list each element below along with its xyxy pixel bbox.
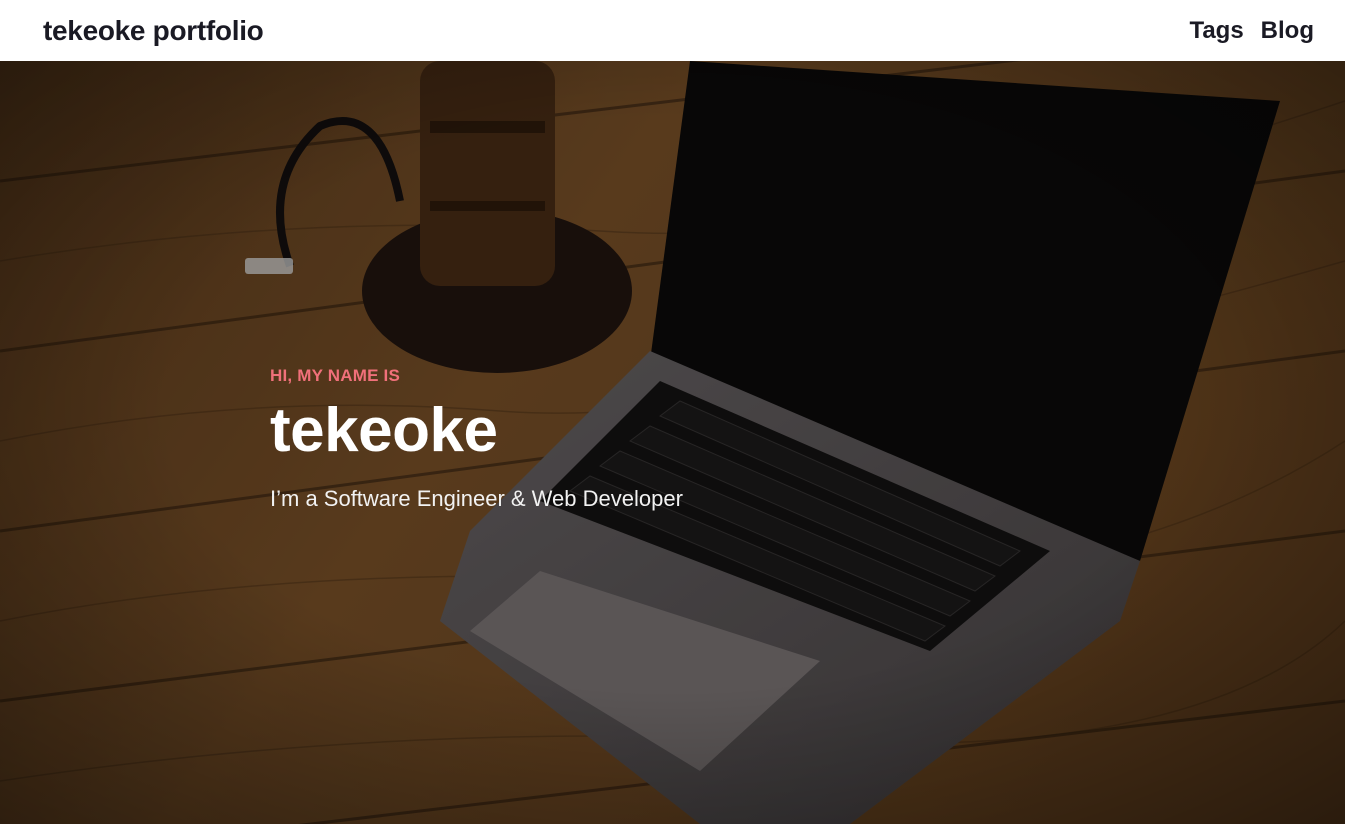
hero-name: tekeoke <box>270 396 498 465</box>
hero-eyebrow: HI, MY NAME IS <box>270 366 401 385</box>
main-nav: Tags Blog <box>1189 17 1314 45</box>
site-title-link[interactable]: tekeoke portfolio <box>43 15 264 47</box>
nav-link-tags[interactable]: Tags <box>1189 17 1243 45</box>
top-navbar: tekeoke portfolio Tags Blog <box>0 0 1345 61</box>
hero-tagline: I’m a Software Engineer & Web Developer <box>270 486 683 511</box>
nav-link-blog[interactable]: Blog <box>1261 17 1314 45</box>
hero-intro: HI, MY NAME IS tekeoke I’m a Software En… <box>270 366 683 512</box>
hero-section: HI, MY NAME IS tekeoke I’m a Software En… <box>0 61 1345 824</box>
